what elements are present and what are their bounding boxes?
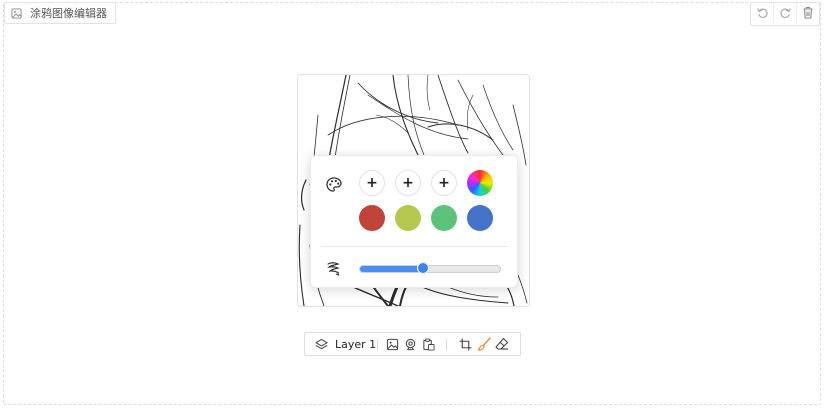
add-color-button[interactable]: + bbox=[431, 170, 457, 196]
eraser-icon[interactable] bbox=[495, 337, 509, 351]
brush-size-fill bbox=[360, 266, 423, 272]
add-color-button[interactable]: + bbox=[359, 170, 385, 196]
brush-size-slider[interactable] bbox=[359, 262, 501, 274]
popup-divider bbox=[321, 246, 507, 247]
color-swatch-yellow-green[interactable] bbox=[395, 205, 421, 231]
layer-selector[interactable]: Layer 1 bbox=[335, 338, 376, 351]
delete-button[interactable] bbox=[796, 3, 819, 23]
palette-icon bbox=[323, 174, 345, 196]
editor-title-chip: 涂鸦图像编辑器 bbox=[4, 2, 116, 24]
undo-icon bbox=[756, 4, 769, 23]
bottom-toolbar: Layer 1 bbox=[304, 332, 521, 356]
redo-button[interactable] bbox=[773, 3, 796, 23]
trash-icon bbox=[802, 4, 814, 23]
color-swatch-blue[interactable] bbox=[467, 205, 493, 231]
color-swatch-red[interactable] bbox=[359, 205, 385, 231]
brush-icon[interactable] bbox=[477, 337, 491, 351]
webcam-icon[interactable] bbox=[403, 337, 417, 351]
color-wheel-icon[interactable] bbox=[467, 170, 493, 196]
color-swatch-green[interactable] bbox=[431, 205, 457, 231]
image-icon bbox=[11, 4, 22, 23]
crop-icon[interactable] bbox=[458, 337, 472, 351]
paste-icon[interactable] bbox=[421, 337, 435, 351]
toolbar-divider bbox=[446, 339, 447, 350]
add-color-button[interactable]: + bbox=[395, 170, 421, 196]
brush-size-thumb[interactable] bbox=[417, 262, 429, 274]
brush-settings-popup: + + + bbox=[310, 155, 518, 288]
redo-icon bbox=[779, 4, 792, 23]
brush-size-icon bbox=[323, 259, 345, 279]
history-toolbar bbox=[750, 2, 820, 26]
undo-button[interactable] bbox=[751, 3, 773, 23]
image-icon[interactable] bbox=[385, 337, 399, 351]
layers-icon[interactable] bbox=[314, 337, 328, 351]
editor-title: 涂鸦图像编辑器 bbox=[30, 7, 107, 20]
toolbar-divider bbox=[377, 339, 378, 350]
